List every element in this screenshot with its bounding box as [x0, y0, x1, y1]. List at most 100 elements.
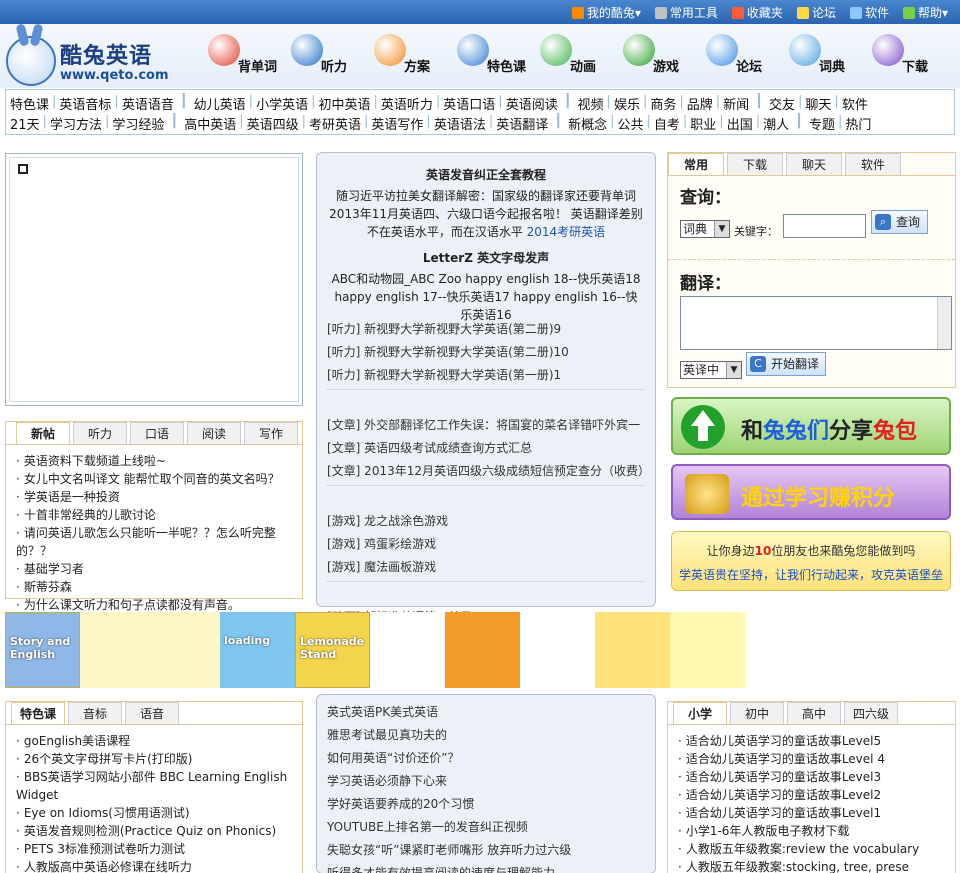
top-link-0[interactable]: 我的酷兔▾ — [571, 4, 641, 21]
top-link-1[interactable]: 常用工具 — [654, 4, 718, 21]
headline-para-1[interactable]: 随习近平访拉美女翻译解密：国家级的翻译家还要背单词 2013年11月英语四、六级… — [329, 187, 643, 241]
sub-nav-link[interactable]: 公共 — [617, 114, 643, 133]
tab-1[interactable]: 听力 — [73, 422, 127, 444]
list-item[interactable]: 英语发音规则检测(Practice Quiz on Phonics) — [16, 822, 296, 840]
sub-nav-link[interactable]: 出国 — [727, 114, 753, 133]
tab-0[interactable]: 常用 — [668, 153, 724, 175]
news-item[interactable]: [文章] 外交部翻译忆工作失误：将国宴的菜名译错吓外宾一 — [327, 414, 645, 437]
sub-nav-link[interactable]: 高中英语 — [184, 114, 236, 133]
list-item[interactable]: PETS 3标准预测试卷听力测试 — [16, 840, 296, 858]
translate-textarea[interactable] — [680, 296, 952, 350]
main-nav-item-8[interactable]: 下载 — [868, 28, 951, 84]
main-nav-item-0[interactable]: 背单词 — [204, 28, 287, 84]
headline-title-1[interactable]: 英语发音纠正全套教程 — [317, 166, 655, 183]
main-nav-item-2[interactable]: 方案 — [370, 28, 453, 84]
main-nav-item-6[interactable]: 论坛 — [702, 28, 785, 84]
sub-nav-link[interactable]: 学习经验 — [112, 114, 164, 133]
tab-2[interactable]: 聊天 — [786, 153, 842, 175]
keyword-input[interactable] — [783, 214, 866, 238]
main-nav-item-7[interactable]: 词典 — [785, 28, 868, 84]
tab-2[interactable]: 口语 — [130, 422, 184, 444]
news-item[interactable]: [游戏] 魔法画板游戏 — [327, 556, 645, 579]
game-thumb-5[interactable] — [445, 612, 520, 688]
list-item[interactable]: 适合幼儿英语学习的童话故事Level1 — [678, 804, 949, 822]
list-item[interactable]: 适合幼儿英语学习的童话故事Level 4 — [678, 750, 949, 768]
tip-item[interactable]: 学好英语要养成的20个习惯 — [327, 793, 645, 816]
news-item[interactable]: [游戏] 鸡蛋彩绘游戏 — [327, 533, 645, 556]
tab-0[interactable]: 特色课 — [11, 702, 65, 724]
tab-1[interactable]: 下载 — [727, 153, 783, 175]
tab-3[interactable]: 软件 — [845, 153, 901, 175]
sub-nav-link[interactable]: 学习方法 — [50, 114, 102, 133]
tip-item[interactable]: 如何用英语“讨价还价”？ — [327, 747, 645, 770]
list-item[interactable]: 女儿中文名叫译文 能帮忙取个同音的英文名吗？ — [16, 470, 296, 488]
dict-select[interactable]: 词典 ▼ — [680, 220, 730, 238]
tab-2[interactable]: 语音 — [125, 702, 179, 724]
game-thumb-7[interactable] — [595, 612, 670, 688]
tab-0[interactable]: 小学 — [673, 702, 727, 724]
query-button[interactable]: ⌕ 查询 — [871, 210, 928, 234]
game-thumb-3[interactable]: Lemonade Stand — [295, 612, 370, 688]
top-link-5[interactable]: 帮助▾ — [902, 4, 948, 21]
share-banner[interactable]: 和兔兔们分享兔包 — [671, 397, 951, 455]
logo[interactable]: 酷兔英语 www.qeto.com — [6, 30, 176, 88]
news-item[interactable]: [听力] 新视野大学新视野大学英语(第二册)9 — [327, 318, 645, 341]
list-item[interactable]: 人教版五年级教案:stocking, tree, prese — [678, 858, 949, 873]
list-item[interactable]: 适合幼儿英语学习的童话故事Level3 — [678, 768, 949, 786]
tip-item[interactable]: 失聪女孩“听”课紧盯老师嘴形 放弃听力过六级 — [327, 839, 645, 862]
video-player[interactable] — [5, 153, 303, 406]
list-item[interactable]: Eye on Idioms(习惯用语测试) — [16, 804, 296, 822]
tip-item[interactable]: 英式英语PK美式英语 — [327, 701, 645, 724]
tab-3[interactable]: 四六级 — [844, 702, 898, 724]
sub-nav-link[interactable]: 幼儿英语 — [194, 94, 246, 113]
main-nav-item-4[interactable]: 动画 — [536, 28, 619, 84]
game-thumb-2[interactable]: loading — [220, 612, 295, 688]
list-item[interactable]: 十首非常经典的儿歌讨论 — [16, 506, 296, 524]
sub-nav-link[interactable]: 职业 — [690, 114, 716, 133]
sub-nav-link[interactable]: 21天 — [10, 114, 40, 133]
kaoyan-link[interactable]: 2014考研英语 — [523, 225, 606, 239]
list-item[interactable]: 基础学习者 — [16, 560, 296, 578]
list-item[interactable]: 请问英语儿歌怎么只能听一半呢？？怎么听完整的？？ — [16, 524, 296, 560]
game-thumb-4[interactable] — [370, 612, 445, 688]
sub-nav-link[interactable]: 英语阅读 — [506, 94, 558, 113]
sub-nav-link[interactable]: 初中英语 — [318, 94, 370, 113]
news-item[interactable]: [听力] 新视野大学新视野大学英语(第二册)10 — [327, 341, 645, 364]
main-nav-item-1[interactable]: 听力 — [287, 28, 370, 84]
points-banner[interactable]: 通过学习赚积分 — [671, 464, 951, 520]
news-item[interactable]: [听力] 新视野大学新视野大学英语(第一册)1 — [327, 364, 645, 387]
translate-button[interactable]: C 开始翻译 — [746, 352, 826, 376]
sub-nav-link[interactable]: 英语语音 — [122, 94, 174, 113]
tab-2[interactable]: 高中 — [787, 702, 841, 724]
invite-banner[interactable]: 让你身边10位朋友也来酷兔您能做到吗 学英语贵在坚持，让我们行动起来，攻克英语堡… — [671, 531, 951, 591]
tab-4[interactable]: 写作 — [244, 422, 298, 444]
sub-nav-link[interactable]: 热门 — [845, 114, 871, 133]
sub-nav-link[interactable]: 娱乐 — [614, 94, 640, 113]
top-link-4[interactable]: 软件 — [849, 4, 889, 21]
tab-3[interactable]: 阅读 — [187, 422, 241, 444]
list-item[interactable]: 适合幼儿英语学习的童话故事Level2 — [678, 786, 949, 804]
sub-nav-link[interactable]: 新闻 — [723, 94, 749, 113]
list-item[interactable]: 适合幼儿英语学习的童话故事Level5 — [678, 732, 949, 750]
sub-nav-link[interactable]: 英语音标 — [59, 94, 111, 113]
list-item[interactable]: 英语资料下载频道上线啦~ — [16, 452, 296, 470]
top-link-2[interactable]: 收藏夹 — [731, 4, 783, 21]
game-thumb-1[interactable] — [80, 612, 220, 688]
tab-1[interactable]: 初中 — [730, 702, 784, 724]
sub-nav-link[interactable]: 软件 — [842, 94, 868, 113]
game-thumb-6[interactable] — [520, 612, 595, 688]
sub-nav-link[interactable]: 交友 — [769, 94, 795, 113]
sub-nav-link[interactable]: 英语口语 — [443, 94, 495, 113]
game-thumb-8[interactable] — [670, 612, 745, 688]
headline-para-2[interactable]: ABC和动物园_ABC Zoo happy english 18--快乐英语18… — [329, 270, 643, 324]
list-item[interactable]: 人教版高中英语必修课在线听力 — [16, 858, 296, 873]
list-item[interactable]: goEnglish美语课程 — [16, 732, 296, 750]
tip-item[interactable]: YOUTUBE上排名第一的发音纠正视频 — [327, 816, 645, 839]
main-nav-item-3[interactable]: 特色课 — [453, 28, 536, 84]
list-item[interactable]: 人教版五年级教案:review the vocabulary — [678, 840, 949, 858]
sub-nav-link[interactable]: 英语四级 — [247, 114, 299, 133]
tip-item[interactable]: 雅思考试最见真功夫的 — [327, 724, 645, 747]
list-item[interactable]: 26个英文字母拼写卡片(打印版) — [16, 750, 296, 768]
sub-nav-link[interactable]: 英语语法 — [434, 114, 486, 133]
sub-nav-link[interactable]: 小学英语 — [256, 94, 308, 113]
